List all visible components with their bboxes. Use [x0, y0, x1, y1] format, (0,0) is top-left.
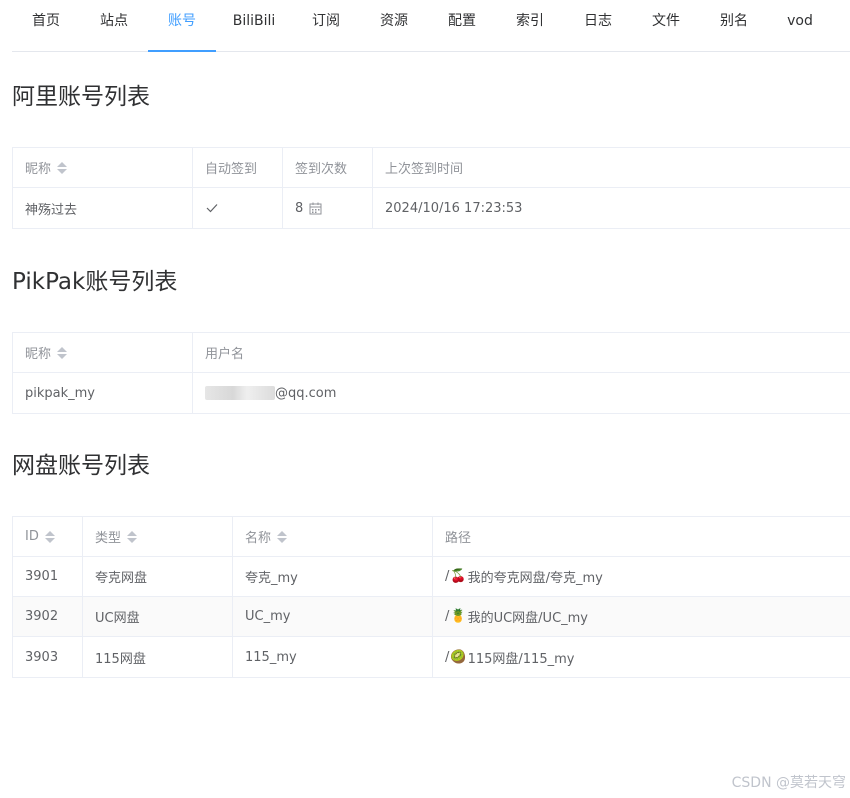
table-row: pikpak_my @qq.com	[13, 373, 850, 413]
column-header-id[interactable]: ID	[13, 517, 83, 556]
tab-resources[interactable]: 资源	[360, 0, 428, 51]
header-label: ID	[25, 529, 39, 544]
cell-id: 3903	[13, 637, 83, 677]
path-prefix: /	[445, 569, 450, 584]
cherry-icon: 🍒	[450, 569, 467, 584]
cell-path: / 🍍 我的UC网盘/UC_my	[433, 597, 850, 636]
cell-name: UC_my	[233, 597, 433, 636]
column-header-last-sign: 上次签到时间	[373, 148, 850, 187]
sort-caret-icon[interactable]	[57, 161, 68, 174]
cell-type: UC网盘	[83, 597, 233, 636]
column-header-auto-sign: 自动签到	[193, 148, 283, 187]
tab-index[interactable]: 索引	[496, 0, 564, 51]
header-label: 用户名	[205, 347, 245, 362]
table-row: 神殇过去 8 2024/10/16 17:23:53	[13, 188, 850, 228]
cell-text: UC_my	[245, 609, 291, 624]
header-label: 路径	[445, 531, 472, 546]
kiwi-icon: 🥝	[450, 649, 467, 665]
cell-text: 神殇过去	[25, 202, 78, 218]
tab-sites[interactable]: 站点	[80, 0, 148, 51]
check-icon	[205, 201, 219, 215]
cell-text: 115网盘/115_my	[467, 651, 575, 667]
cell-sign-count: 8	[283, 188, 373, 228]
tab-aliases[interactable]: 别名	[700, 0, 768, 51]
cell-nickname: pikpak_my	[13, 373, 193, 413]
table-row: 3902 UC网盘 UC_my / 🍍 我的UC网盘/UC_my	[13, 597, 850, 637]
column-header-name[interactable]: 名称	[233, 517, 433, 556]
cell-text: 2024/10/16 17:23:53	[385, 200, 523, 216]
cell-text: 3902	[25, 609, 59, 624]
sort-caret-icon[interactable]	[57, 346, 68, 359]
column-header-path: 路径	[433, 517, 850, 556]
tab-subscriptions[interactable]: 订阅	[292, 0, 360, 51]
cell-id: 3902	[13, 597, 83, 636]
table-row: 3901 夸克网盘 夸克_my / 🍒 我的夸克网盘/夸克_my	[13, 557, 850, 597]
tab-files[interactable]: 文件	[632, 0, 700, 51]
cell-id: 3901	[13, 557, 83, 596]
cell-path: / 🍒 我的夸克网盘/夸克_my	[433, 557, 850, 596]
header-label: 昵称	[25, 347, 52, 362]
tab-accounts[interactable]: 账号	[148, 0, 216, 52]
tab-bilibili[interactable]: BiliBili	[216, 0, 292, 51]
cell-text: 115网盘	[95, 651, 146, 667]
header-label: 签到次数	[295, 162, 348, 177]
tab-logs[interactable]: 日志	[564, 0, 632, 51]
column-header-username: 用户名	[193, 333, 850, 372]
pineapple-icon: 🍍	[450, 609, 467, 624]
cell-last-sign: 2024/10/16 17:23:53	[373, 188, 850, 228]
cell-text: pikpak_my	[25, 385, 95, 401]
cell-text: 8	[295, 200, 304, 216]
pikpak-section-title: PikPak账号列表	[12, 269, 178, 295]
cell-text: 3903	[25, 649, 59, 665]
table-header-row: ID 类型 名称 路径	[13, 517, 850, 557]
cell-text: 3901	[25, 569, 59, 584]
cell-text: @qq.com	[275, 385, 337, 401]
tab-config[interactable]: 配置	[428, 0, 496, 51]
cell-text: 夸克网盘	[95, 571, 148, 586]
cell-text: 我的UC网盘/UC_my	[467, 611, 588, 626]
header-label: 名称	[245, 531, 272, 546]
cell-name: 115_my	[233, 637, 433, 677]
cell-username: @qq.com	[193, 373, 850, 413]
cell-text: UC网盘	[95, 611, 140, 626]
pan-account-table: ID 类型 名称 路径 3901 夸克网盘 夸克_my / 🍒 我的夸克网盘/夸克_…	[12, 516, 850, 678]
watermark: CSDN @莫若天穹	[731, 775, 846, 791]
cell-type: 115网盘	[83, 637, 233, 677]
sort-caret-icon[interactable]	[127, 530, 138, 543]
pikpak-account-table: 昵称 用户名 pikpak_my @qq.com	[12, 332, 850, 414]
tab-home[interactable]: 首页	[12, 0, 80, 51]
header-label: 昵称	[25, 162, 52, 177]
path-prefix: /	[445, 649, 450, 665]
redacted-username-mask	[205, 386, 275, 400]
column-header-nickname[interactable]: 昵称	[13, 333, 193, 372]
sort-caret-icon[interactable]	[44, 530, 55, 543]
header-label: 类型	[95, 531, 122, 546]
column-header-type[interactable]: 类型	[83, 517, 233, 556]
cell-type: 夸克网盘	[83, 557, 233, 596]
header-label: 上次签到时间	[385, 162, 464, 177]
cell-path: / 🥝 115网盘/115_my	[433, 637, 850, 677]
cell-name: 夸克_my	[233, 557, 433, 596]
column-header-nickname[interactable]: 昵称	[13, 148, 193, 187]
table-row: 3903 115网盘 115_my / 🥝 115网盘/115_my	[13, 637, 850, 677]
ali-section-title: 阿里账号列表	[12, 84, 150, 110]
cell-text: 夸克_my	[245, 571, 298, 586]
cell-text: 115_my	[245, 649, 297, 665]
cell-text: 我的夸克网盘/夸克_my	[467, 571, 603, 586]
pan-section-title: 网盘账号列表	[12, 453, 150, 479]
sort-caret-icon[interactable]	[277, 530, 288, 543]
ali-account-table: 昵称 自动签到 签到次数 上次签到时间 神殇过去 8 2024/10/16 17…	[12, 147, 850, 229]
cell-auto-sign	[193, 188, 283, 228]
top-nav-tabs: 首页 站点 账号 BiliBili 订阅 资源 配置 索引 日志 文件 别名 v…	[12, 0, 850, 52]
calendar-icon[interactable]	[309, 202, 322, 215]
table-header-row: 昵称 用户名	[13, 333, 850, 373]
path-prefix: /	[445, 609, 450, 624]
cell-nickname: 神殇过去	[13, 188, 193, 228]
table-header-row: 昵称 自动签到 签到次数 上次签到时间	[13, 148, 850, 188]
tab-vod[interactable]: vod	[768, 0, 832, 51]
header-label: 自动签到	[205, 162, 258, 177]
column-header-sign-count: 签到次数	[283, 148, 373, 187]
